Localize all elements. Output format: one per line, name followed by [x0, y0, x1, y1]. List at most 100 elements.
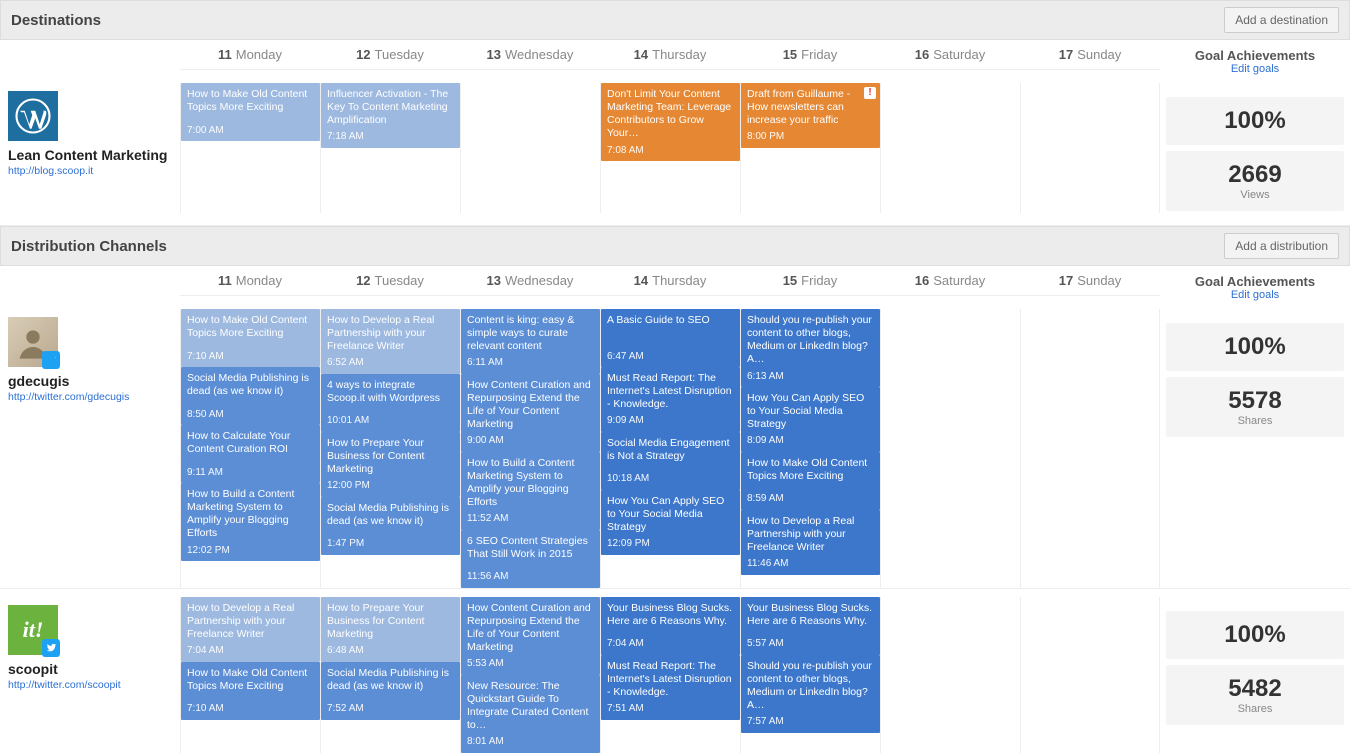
day-cell[interactable]: How to Prepare Your Business for Content… [320, 597, 460, 753]
day-number: 11 [218, 273, 232, 288]
goal-value-box: 5578 Shares [1166, 377, 1344, 437]
edit-goals-link[interactable]: Edit goals [1166, 289, 1344, 301]
distribution-title: Distribution Channels [11, 238, 167, 255]
add-destination-button[interactable]: Add a destination [1224, 7, 1339, 33]
content-card[interactable]: Must Read Report: The Internet's Latest … [601, 655, 740, 720]
day-header: 16Saturday [880, 47, 1020, 62]
profile-url[interactable]: http://twitter.com/scoopit [8, 679, 121, 691]
day-cell[interactable] [1020, 309, 1160, 588]
card-title: Social Media Publishing is dead (as we k… [187, 372, 314, 398]
card-time: 8:59 AM [747, 493, 874, 506]
content-card[interactable]: How to Prepare Your Business for Content… [321, 432, 460, 497]
content-card[interactable]: !Draft from Guillaume - How newsletters … [741, 83, 880, 148]
day-cell[interactable]: Your Business Blog Sucks. Here are 6 Rea… [740, 597, 880, 753]
day-cell[interactable] [880, 83, 1020, 213]
content-card[interactable]: How to Develop a Real Partnership with y… [181, 597, 320, 662]
card-title: 6 SEO Content Strategies That Still Work… [467, 535, 594, 561]
card-title: Influencer Activation - The Key To Conte… [327, 88, 454, 127]
content-card[interactable]: How to Build a Content Marketing System … [181, 483, 320, 561]
day-name: Tuesday [375, 47, 424, 62]
content-card[interactable]: Should you re-publish your content to ot… [741, 309, 880, 387]
day-cell[interactable]: Influencer Activation - The Key To Conte… [320, 83, 460, 213]
content-card[interactable]: Social Media Engagement is Not a Strateg… [601, 432, 740, 490]
day-cell[interactable]: Content is king: easy & simple ways to c… [460, 309, 600, 588]
content-card[interactable]: 4 ways to integrate Scoop.it with Wordpr… [321, 374, 460, 432]
content-card[interactable]: Content is king: easy & simple ways to c… [461, 309, 600, 374]
card-title: Your Business Blog Sucks. Here are 6 Rea… [607, 602, 734, 628]
day-cell[interactable] [880, 597, 1020, 753]
day-cell[interactable] [1020, 83, 1160, 213]
card-time: 6:11 AM [467, 357, 594, 370]
day-number: 16 [915, 273, 929, 288]
card-time: 8:00 PM [747, 131, 874, 144]
day-number: 14 [634, 273, 648, 288]
edit-goals-link[interactable]: Edit goals [1166, 63, 1344, 75]
content-card[interactable]: A Basic Guide to SEO6:47 AM [601, 309, 740, 367]
day-cell[interactable]: How to Develop a Real Partnership with y… [320, 309, 460, 588]
content-card[interactable]: How to Make Old Content Topics More Exci… [181, 309, 320, 367]
day-cell[interactable]: !Draft from Guillaume - How newsletters … [740, 83, 880, 213]
goal-pct: 100% [1170, 107, 1340, 135]
profile-name: gdecugis [8, 373, 172, 389]
day-cell[interactable]: A Basic Guide to SEO6:47 AMMust Read Rep… [600, 309, 740, 588]
day-cell[interactable]: Don't Limit Your Content Marketing Team:… [600, 83, 740, 213]
content-card[interactable]: How Content Curation and Repurposing Ext… [461, 597, 600, 675]
add-distribution-button[interactable]: Add a distribution [1224, 233, 1339, 259]
card-time: 6:47 AM [607, 351, 734, 364]
content-card[interactable]: Don't Limit Your Content Marketing Team:… [601, 83, 740, 161]
content-card[interactable]: Social Media Publishing is dead (as we k… [321, 662, 460, 720]
card-title: Should you re-publish your content to ot… [747, 314, 874, 367]
content-card[interactable]: Social Media Publishing is dead (as we k… [321, 497, 460, 555]
content-card[interactable]: How to Prepare Your Business for Content… [321, 597, 460, 662]
card-title: How to Prepare Your Business for Content… [327, 437, 454, 476]
day-cell[interactable]: How to Develop a Real Partnership with y… [180, 597, 320, 753]
day-cell[interactable]: How to Make Old Content Topics More Exci… [180, 83, 320, 213]
day-cell[interactable] [1020, 597, 1160, 753]
content-card[interactable]: How to Develop a Real Partnership with y… [741, 510, 880, 575]
content-card[interactable]: Social Media Publishing is dead (as we k… [181, 367, 320, 425]
content-card[interactable]: 6 SEO Content Strategies That Still Work… [461, 530, 600, 588]
content-card[interactable]: How Content Curation and Repurposing Ext… [461, 374, 600, 452]
day-cell[interactable] [880, 309, 1020, 588]
profile-url[interactable]: http://blog.scoop.it [8, 165, 93, 177]
content-card[interactable]: Your Business Blog Sucks. Here are 6 Rea… [601, 597, 740, 655]
day-cell[interactable]: Should you re-publish your content to ot… [740, 309, 880, 588]
profile-name: Lean Content Marketing [8, 147, 172, 163]
content-card[interactable]: How You Can Apply SEO to Your Social Med… [741, 387, 880, 452]
goal-value-box: 2669 Views [1166, 151, 1344, 211]
day-header: 11Monday [180, 47, 320, 62]
card-time: 11:56 AM [467, 571, 594, 584]
day-header: 12Tuesday [320, 47, 460, 62]
content-card[interactable]: How You Can Apply SEO to Your Social Med… [601, 490, 740, 555]
card-time: 11:52 AM [467, 513, 594, 526]
goal-label: Shares [1170, 415, 1340, 427]
day-cell[interactable] [460, 83, 600, 213]
day-name: Saturday [933, 273, 985, 288]
content-card[interactable]: How to Make Old Content Topics More Exci… [181, 83, 320, 141]
day-cell[interactable]: How to Make Old Content Topics More Exci… [180, 309, 320, 588]
content-card[interactable]: How to Build a Content Marketing System … [461, 452, 600, 530]
destination-row-lean: Lean Content Marketing http://blog.scoop… [0, 83, 1350, 226]
day-number: 14 [634, 47, 648, 62]
content-card[interactable]: New Resource: The Quickstart Guide To In… [461, 675, 600, 753]
distribution-grid-header: 11Monday12Tuesday13Wednesday14Thursday15… [0, 266, 1350, 309]
day-number: 12 [356, 273, 370, 288]
content-card[interactable]: How to Calculate Your Content Curation R… [181, 425, 320, 483]
content-card[interactable]: Influencer Activation - The Key To Conte… [321, 83, 460, 148]
card-title: How to Develop a Real Partnership with y… [327, 314, 454, 353]
content-card[interactable]: How to Make Old Content Topics More Exci… [741, 452, 880, 510]
day-cell[interactable]: Your Business Blog Sucks. Here are 6 Rea… [600, 597, 740, 753]
day-name: Friday [801, 47, 837, 62]
content-card[interactable]: How to Make Old Content Topics More Exci… [181, 662, 320, 720]
twitter-badge-icon [42, 351, 60, 369]
day-cell[interactable]: How Content Curation and Repurposing Ext… [460, 597, 600, 753]
content-card[interactable]: How to Develop a Real Partnership with y… [321, 309, 460, 374]
content-card[interactable]: Should you re-publish your content to ot… [741, 655, 880, 733]
card-title: How to Develop a Real Partnership with y… [187, 602, 314, 641]
profile-url[interactable]: http://twitter.com/gdecugis [8, 391, 129, 403]
content-card[interactable]: Must Read Report: The Internet's Latest … [601, 367, 740, 432]
card-time: 9:09 AM [607, 415, 734, 428]
day-name: Thursday [652, 273, 706, 288]
content-card[interactable]: Your Business Blog Sucks. Here are 6 Rea… [741, 597, 880, 655]
card-title: 4 ways to integrate Scoop.it with Wordpr… [327, 379, 454, 405]
